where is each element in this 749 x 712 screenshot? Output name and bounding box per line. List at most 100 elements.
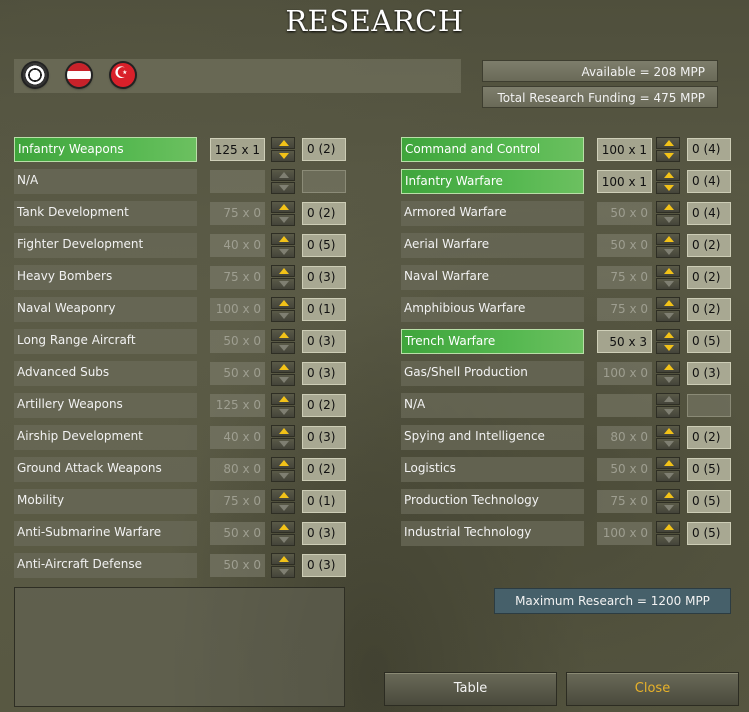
research-label[interactable]: Command and Control <box>401 137 584 162</box>
research-row-production-technology: Production Technology 75 x 0 0 (5) <box>401 489 741 514</box>
decrease-investment-button[interactable] <box>656 246 680 258</box>
decrease-investment-button[interactable] <box>271 278 295 290</box>
research-label[interactable]: Gas/Shell Production <box>401 361 584 386</box>
decrease-investment-button[interactable] <box>271 246 295 258</box>
research-label[interactable]: Advanced Subs <box>14 361 197 386</box>
decrease-investment-button[interactable] <box>271 406 295 418</box>
increase-investment-button[interactable] <box>656 265 680 277</box>
decrease-investment-button[interactable] <box>656 438 680 450</box>
investment-spinner <box>656 137 680 162</box>
decrease-investment-button[interactable] <box>271 182 295 194</box>
increase-investment-button[interactable] <box>271 233 295 245</box>
increase-investment-button[interactable] <box>656 169 680 181</box>
research-label[interactable]: Mobility <box>14 489 197 514</box>
decrease-investment-button[interactable] <box>271 374 295 386</box>
research-label[interactable]: N/A <box>14 169 197 194</box>
research-label[interactable]: Armored Warfare <box>401 201 584 226</box>
increase-investment-button[interactable] <box>656 425 680 437</box>
investment-spinner <box>271 297 295 322</box>
research-label[interactable]: N/A <box>401 393 584 418</box>
austria-hungary-flag-icon[interactable] <box>67 63 91 87</box>
increase-investment-button[interactable] <box>271 265 295 277</box>
research-label[interactable]: Infantry Warfare <box>401 169 584 194</box>
research-label[interactable]: Trench Warfare <box>401 329 584 354</box>
decrease-investment-button[interactable] <box>271 566 295 578</box>
research-label[interactable]: Ground Attack Weapons <box>14 457 197 482</box>
arrow-up-icon <box>279 524 289 530</box>
increase-investment-button[interactable] <box>656 457 680 469</box>
increase-investment-button[interactable] <box>271 137 295 149</box>
research-label[interactable]: Airship Development <box>14 425 197 450</box>
decrease-investment-button[interactable] <box>271 150 295 162</box>
decrease-investment-button[interactable] <box>656 406 680 418</box>
decrease-investment-button[interactable] <box>656 342 680 354</box>
increase-investment-button[interactable] <box>271 169 295 181</box>
research-label[interactable]: Spying and Intelligence <box>401 425 584 450</box>
research-cost <box>597 394 652 417</box>
increase-investment-button[interactable] <box>656 297 680 309</box>
investment-spinner <box>656 201 680 226</box>
research-cost: 75 x 0 <box>597 266 652 289</box>
research-level: 0 (1) <box>302 298 346 321</box>
research-label[interactable]: Industrial Technology <box>401 521 584 546</box>
increase-investment-button[interactable] <box>656 489 680 501</box>
decrease-investment-button[interactable] <box>656 374 680 386</box>
increase-investment-button[interactable] <box>271 329 295 341</box>
increase-investment-button[interactable] <box>656 201 680 213</box>
research-label[interactable]: Logistics <box>401 457 584 482</box>
decrease-investment-button[interactable] <box>656 470 680 482</box>
research-label[interactable]: Long Range Aircraft <box>14 329 197 354</box>
increase-investment-button[interactable] <box>656 393 680 405</box>
research-label[interactable]: Naval Weaponry <box>14 297 197 322</box>
increase-investment-button[interactable] <box>271 201 295 213</box>
investment-spinner <box>271 393 295 418</box>
decrease-investment-button[interactable] <box>656 214 680 226</box>
increase-investment-button[interactable] <box>271 553 295 565</box>
decrease-investment-button[interactable] <box>271 342 295 354</box>
decrease-investment-button[interactable] <box>271 214 295 226</box>
increase-investment-button[interactable] <box>656 361 680 373</box>
increase-investment-button[interactable] <box>271 457 295 469</box>
research-label[interactable]: Aerial Warfare <box>401 233 584 258</box>
decrease-investment-button[interactable] <box>271 438 295 450</box>
decrease-investment-button[interactable] <box>656 182 680 194</box>
arrow-down-icon <box>279 185 289 191</box>
increase-investment-button[interactable] <box>271 393 295 405</box>
research-cost: 50 x 0 <box>597 202 652 225</box>
decrease-investment-button[interactable] <box>271 470 295 482</box>
research-label[interactable]: Anti-Aircraft Defense <box>14 553 197 578</box>
increase-investment-button[interactable] <box>656 233 680 245</box>
research-label[interactable]: Fighter Development <box>14 233 197 258</box>
increase-investment-button[interactable] <box>271 361 295 373</box>
increase-investment-button[interactable] <box>271 521 295 533</box>
research-label[interactable]: Amphibious Warfare <box>401 297 584 322</box>
increase-investment-button[interactable] <box>271 297 295 309</box>
increase-investment-button[interactable] <box>656 521 680 533</box>
research-label[interactable]: Naval Warfare <box>401 265 584 290</box>
increase-investment-button[interactable] <box>271 425 295 437</box>
increase-investment-button[interactable] <box>656 137 680 149</box>
increase-investment-button[interactable] <box>271 489 295 501</box>
close-button[interactable]: Close <box>566 672 739 706</box>
decrease-investment-button[interactable] <box>271 310 295 322</box>
increase-investment-button[interactable] <box>656 329 680 341</box>
decrease-investment-button[interactable] <box>656 534 680 546</box>
decrease-investment-button[interactable] <box>656 310 680 322</box>
decrease-investment-button[interactable] <box>656 278 680 290</box>
arrow-down-icon <box>664 249 674 255</box>
research-label[interactable]: Infantry Weapons <box>14 137 197 162</box>
table-button[interactable]: Table <box>384 672 557 706</box>
decrease-investment-button[interactable] <box>656 502 680 514</box>
research-label[interactable]: Artillery Weapons <box>14 393 197 418</box>
arrow-down-icon <box>664 409 674 415</box>
research-label[interactable]: Tank Development <box>14 201 197 226</box>
decrease-investment-button[interactable] <box>271 502 295 514</box>
research-label[interactable]: Production Technology <box>401 489 584 514</box>
research-level: 0 (2) <box>302 138 346 161</box>
research-label[interactable]: Anti-Submarine Warfare <box>14 521 197 546</box>
research-label[interactable]: Heavy Bombers <box>14 265 197 290</box>
germany-flag-icon[interactable] <box>23 63 47 87</box>
turkey-flag-icon[interactable] <box>111 63 135 87</box>
decrease-investment-button[interactable] <box>656 150 680 162</box>
decrease-investment-button[interactable] <box>271 534 295 546</box>
